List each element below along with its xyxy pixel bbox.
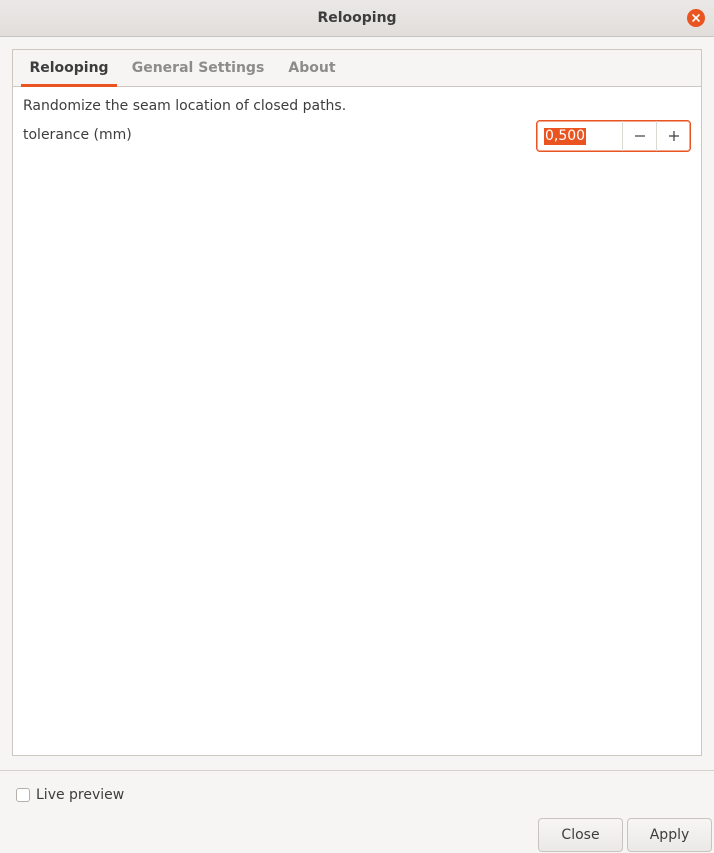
tolerance-spinbutton: 0,500 xyxy=(536,120,691,152)
live-preview-checkbox[interactable] xyxy=(16,788,30,802)
tab-about[interactable]: About xyxy=(279,50,345,86)
increment-button[interactable] xyxy=(656,121,690,151)
live-preview-toggle[interactable]: Live preview xyxy=(16,787,124,803)
tolerance-value: 0,500 xyxy=(544,127,587,145)
live-preview-label: Live preview xyxy=(36,787,125,803)
footer-separator xyxy=(0,770,714,771)
extension-description: Randomize the seam location of closed pa… xyxy=(23,98,347,114)
apply-button[interactable]: Apply xyxy=(627,818,712,852)
titlebar[interactable]: Relooping xyxy=(0,0,714,37)
minus-icon xyxy=(634,127,646,146)
window-close-button[interactable] xyxy=(687,9,705,27)
tab-general-settings[interactable]: General Settings xyxy=(129,50,267,86)
plus-icon xyxy=(668,127,680,146)
relooping-page: Randomize the seam location of closed pa… xyxy=(13,87,701,755)
dialog-window: Relooping Relooping General Settings Abo… xyxy=(0,0,714,853)
close-button[interactable]: Close xyxy=(538,818,623,852)
tab-bar: Relooping General Settings About xyxy=(13,50,701,87)
close-icon xyxy=(691,13,701,23)
window-title: Relooping xyxy=(317,10,397,26)
tab-relooping[interactable]: Relooping xyxy=(21,50,117,87)
decrement-button[interactable] xyxy=(622,121,656,151)
tolerance-label: tolerance (mm) xyxy=(23,127,132,143)
notebook: Relooping General Settings About Randomi… xyxy=(12,49,702,756)
tolerance-input[interactable]: 0,500 xyxy=(537,121,622,151)
